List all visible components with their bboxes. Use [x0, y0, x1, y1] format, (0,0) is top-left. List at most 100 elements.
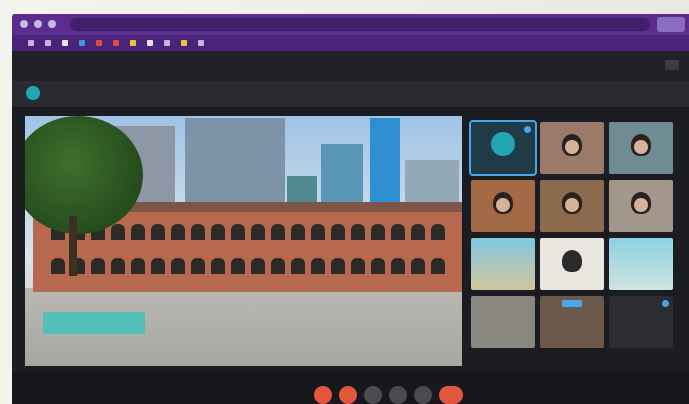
participant-tile[interactable] [540, 238, 604, 290]
bookmark-icon [130, 40, 136, 46]
presenter-avatar [26, 86, 40, 100]
more-options-icon[interactable] [414, 386, 432, 404]
arch [391, 258, 405, 274]
caption-box [43, 312, 145, 334]
bookmark-icon [79, 40, 85, 46]
bookmark-icon [147, 40, 153, 46]
bookmark-icon [62, 40, 68, 46]
arch [51, 258, 65, 274]
speaking-badge-icon [524, 126, 531, 133]
presenter-bar [12, 81, 689, 107]
arch [431, 224, 445, 240]
profile-button[interactable] [657, 17, 685, 32]
arch [191, 258, 205, 274]
bookmark-item[interactable] [28, 40, 37, 46]
participant-tile[interactable] [471, 296, 535, 348]
participant-skin [496, 198, 510, 212]
arch [231, 258, 245, 274]
participant-skin [634, 140, 648, 154]
bookmark-icon [113, 40, 119, 46]
bookmark-icon [164, 40, 170, 46]
arch [271, 258, 285, 274]
arch [391, 224, 405, 240]
participant-tile[interactable] [609, 296, 673, 348]
meeting-controls-bar [12, 372, 689, 404]
arch [331, 258, 345, 274]
arch [211, 224, 225, 240]
address-bar[interactable] [70, 18, 650, 31]
shared-screen-video[interactable] [25, 116, 462, 366]
arch [351, 258, 365, 274]
bookmark-item[interactable] [181, 40, 190, 46]
forward-icon[interactable] [34, 20, 42, 28]
upper-arches [51, 224, 445, 240]
arch [411, 258, 425, 274]
bookmark-item[interactable] [147, 40, 156, 46]
bookmark-item[interactable] [96, 40, 105, 46]
bookmark-item[interactable] [45, 40, 54, 46]
arch [411, 224, 425, 240]
arch [291, 224, 305, 240]
bookmarks-bar [12, 35, 689, 51]
arch [251, 258, 265, 274]
browser-title-bar [12, 14, 689, 35]
participant-tile[interactable] [609, 238, 673, 290]
bookmark-icon [181, 40, 187, 46]
arch [211, 258, 225, 274]
bookmark-icon [96, 40, 102, 46]
bookmark-icon [45, 40, 51, 46]
monitor-screen [12, 14, 689, 404]
arch [351, 224, 365, 240]
arch [151, 224, 165, 240]
arch [171, 224, 185, 240]
participant-tile[interactable] [471, 238, 535, 290]
arch [291, 258, 305, 274]
leave-call-icon[interactable] [439, 386, 463, 404]
arch [191, 224, 205, 240]
lower-arches [51, 258, 445, 274]
meeting-header [12, 51, 689, 81]
cartoon-avatar [562, 250, 582, 272]
participant-tile[interactable] [471, 180, 535, 232]
participant-tile[interactable] [609, 122, 673, 174]
participant-skin [565, 140, 579, 154]
bookmark-icon [28, 40, 34, 46]
arch [231, 224, 245, 240]
bookmark-item[interactable] [62, 40, 71, 46]
arch [131, 224, 145, 240]
arch [371, 258, 385, 274]
arch [151, 258, 165, 274]
participant-tile[interactable] [540, 180, 604, 232]
bookmark-item[interactable] [79, 40, 88, 46]
participant-skin [565, 198, 579, 212]
participant-skin [634, 198, 648, 212]
mic-muted-icon[interactable] [314, 386, 332, 404]
reload-icon[interactable] [48, 20, 56, 28]
arch [111, 224, 125, 240]
arch [371, 224, 385, 240]
arch [111, 258, 125, 274]
camera-off-icon[interactable] [339, 386, 357, 404]
bookmark-item[interactable] [130, 40, 139, 46]
captions-icon[interactable] [389, 386, 407, 404]
participant-tile[interactable] [540, 296, 604, 348]
photo-frame [0, 0, 689, 404]
bookmark-item[interactable] [198, 40, 207, 46]
participant-status-icon [662, 300, 669, 307]
arch [91, 258, 105, 274]
meeting-logo-icon [491, 132, 515, 156]
bookmark-item[interactable] [113, 40, 122, 46]
header-action-button[interactable] [665, 60, 679, 70]
tree-trunk [69, 216, 77, 276]
arch [311, 258, 325, 274]
back-icon[interactable] [20, 20, 28, 28]
arch [431, 258, 445, 274]
participant-tile[interactable] [469, 120, 537, 176]
raise-hand-icon[interactable] [364, 386, 382, 404]
arch [251, 224, 265, 240]
participant-tile[interactable] [540, 122, 604, 174]
bookmark-item[interactable] [164, 40, 173, 46]
participant-tile[interactable] [609, 180, 673, 232]
bookmark-icon [198, 40, 204, 46]
participant-badge [562, 300, 582, 307]
